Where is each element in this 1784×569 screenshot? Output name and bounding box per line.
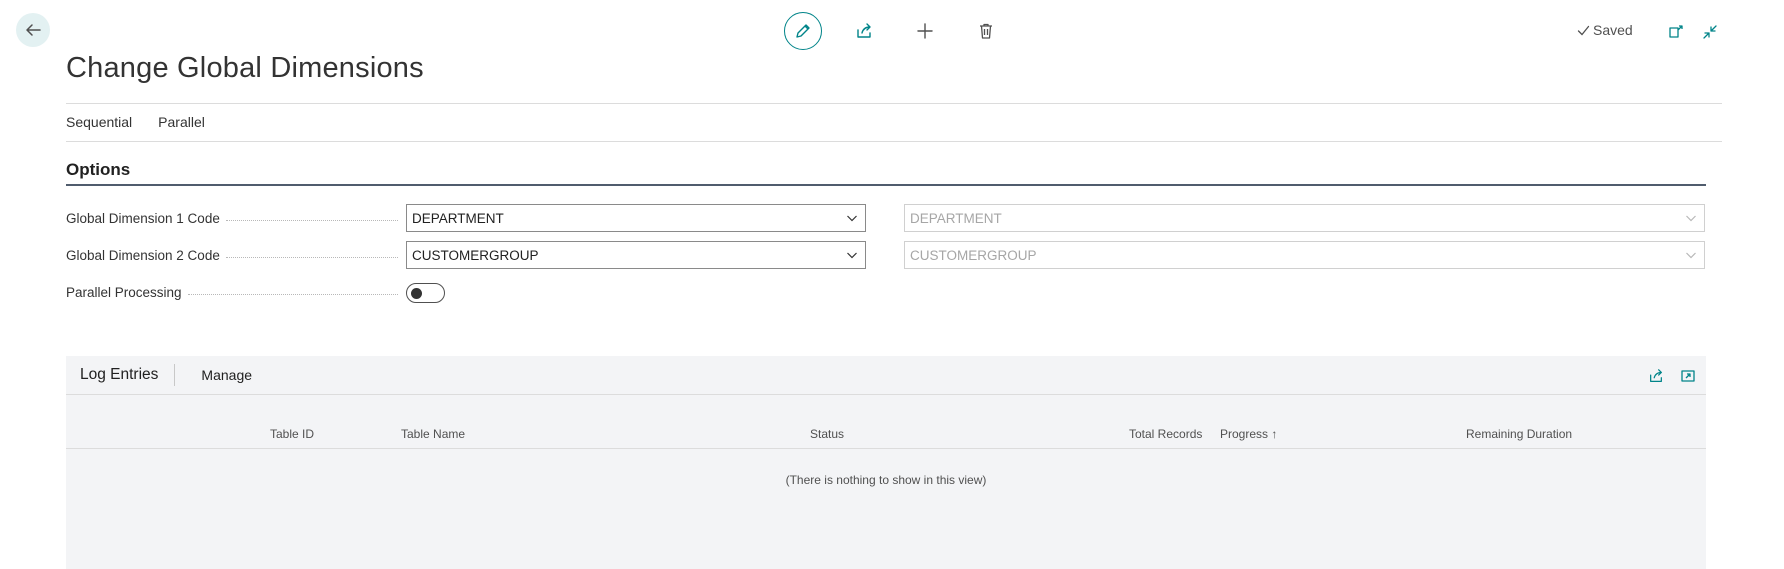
log-entries-header: Log Entries Manage [66, 356, 1706, 395]
global-dimension-1-label: Global Dimension 1 Code [66, 211, 398, 226]
subnav: Sequential Parallel [66, 114, 231, 130]
divider [66, 103, 1722, 104]
window-controls [1664, 20, 1732, 44]
global-dimension-2-value: CUSTOMERGROUP [412, 247, 539, 263]
checkmark-icon [1577, 25, 1590, 35]
chevron-down-icon [839, 249, 865, 261]
column-header-progress[interactable]: Progress ↑ [1220, 427, 1277, 441]
new-button[interactable] [906, 12, 944, 50]
log-entries-panel: Log Entries Manage Table ID Table Name S… [66, 356, 1706, 569]
parallel-processing-toggle[interactable] [406, 283, 445, 303]
chevron-down-icon [1678, 249, 1704, 261]
share-icon [1650, 369, 1662, 382]
edit-button[interactable] [784, 12, 822, 50]
global-dimension-1-value: DEPARTMENT [412, 210, 504, 226]
global-dimension-1-select[interactable]: DEPARTMENT [406, 204, 866, 232]
open-in-new-window-button[interactable] [1664, 20, 1688, 44]
global-dimension-2-select[interactable]: CUSTOMERGROUP [406, 241, 866, 269]
column-header-total-records[interactable]: Total Records [1129, 427, 1202, 441]
manage-menu[interactable]: Manage [201, 367, 252, 383]
back-button[interactable] [16, 13, 50, 47]
global-dimension-2-current: CUSTOMERGROUP [904, 241, 1705, 269]
column-header-remaining-duration[interactable]: Remaining Duration [1466, 427, 1572, 441]
arrow-left-icon [26, 24, 41, 36]
plus-icon [917, 23, 933, 39]
chevron-down-icon [1678, 212, 1704, 224]
global-dimension-2-current-value: CUSTOMERGROUP [910, 247, 1037, 263]
saved-status: Saved [1577, 22, 1633, 38]
toggle-knob [411, 287, 422, 299]
column-header-table-id[interactable]: Table ID [270, 427, 314, 441]
expand-icon [1681, 370, 1695, 382]
empty-state-message: (There is nothing to show in this view) [785, 473, 987, 487]
global-dimension-1-current: DEPARTMENT [904, 204, 1705, 232]
divider [66, 141, 1722, 142]
page-title: Change Global Dimensions [66, 52, 424, 84]
column-header-table-name[interactable]: Table Name [401, 427, 465, 441]
parallel-processing-label: Parallel Processing [66, 285, 398, 300]
chevron-down-icon [839, 212, 865, 224]
section-rule [66, 184, 1706, 186]
saved-label: Saved [1593, 22, 1633, 38]
trash-icon [980, 23, 992, 39]
expand-button[interactable] [1676, 364, 1700, 388]
top-action-bar [784, 12, 1028, 50]
column-header-status[interactable]: Status [810, 427, 844, 441]
divider [174, 364, 176, 386]
log-entries-title[interactable]: Log Entries [66, 366, 174, 384]
divider [66, 448, 1706, 449]
collapse-button[interactable] [1698, 20, 1722, 44]
global-dimension-1-current-value: DEPARTMENT [910, 210, 1002, 226]
collapse-icon [1703, 25, 1717, 39]
pencil-icon [796, 24, 810, 38]
delete-button[interactable] [967, 12, 1005, 50]
share-button[interactable] [1644, 364, 1668, 388]
global-dimension-2-label: Global Dimension 2 Code [66, 248, 398, 263]
share-button[interactable] [845, 12, 883, 50]
subnav-item-parallel[interactable]: Parallel [158, 114, 205, 130]
share-icon [857, 23, 871, 38]
subnav-item-sequential[interactable]: Sequential [66, 114, 132, 130]
log-entries-actions [1636, 364, 1700, 388]
open-in-new-window-icon [1669, 25, 1683, 38]
options-section-title: Options [66, 160, 131, 179]
